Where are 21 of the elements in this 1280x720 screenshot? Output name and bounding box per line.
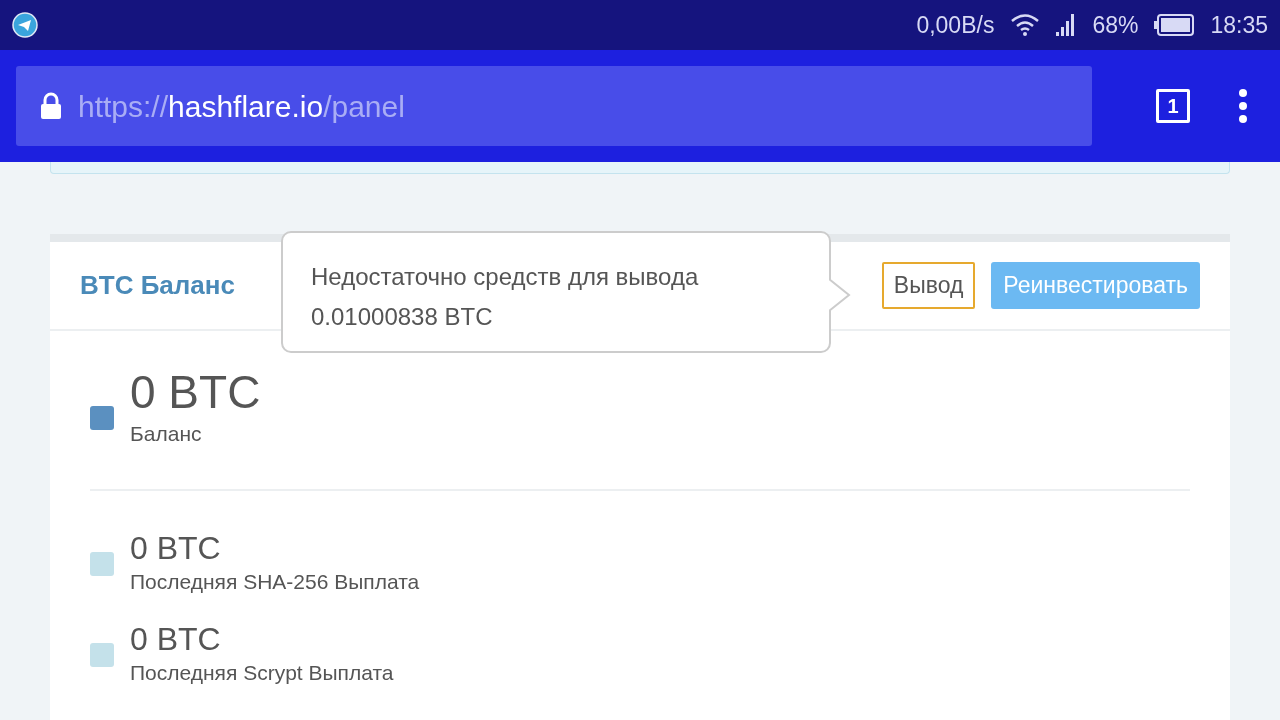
menu-icon[interactable]: [1238, 89, 1248, 123]
wifi-icon: [1010, 13, 1041, 37]
tooltip-text: Недостаточно средств для вывода 0.01000838 BTC: [311, 263, 699, 330]
amount-label: Последняя SHA-256 Выплата: [130, 569, 420, 596]
amount-value: 0 BTC: [130, 367, 261, 418]
amount-value: 0 BTC: [130, 621, 222, 657]
battery-icon: [1154, 14, 1195, 36]
battery-percent: 68%: [1092, 10, 1139, 40]
amount-label: Баланс: [130, 420, 203, 447]
network-speed: 0,00B/s: [916, 10, 995, 40]
tab-count[interactable]: 1: [1156, 89, 1190, 123]
amount-label: Последняя Scrypt Выплата: [130, 659, 394, 686]
address-bar[interactable]: https://hashflare.io/panel: [16, 66, 1092, 146]
lock-icon: [40, 92, 62, 120]
signal-icon: [1056, 14, 1077, 36]
url-text: https://hashflare.io/panel: [78, 88, 405, 125]
amount-value: 0 BTC: [130, 531, 222, 567]
clock: 18:35: [1210, 10, 1268, 40]
card-title: BTC Баланс: [80, 269, 235, 302]
telegram-icon: [12, 12, 38, 38]
withdraw-button[interactable]: Вывод: [881, 262, 976, 309]
